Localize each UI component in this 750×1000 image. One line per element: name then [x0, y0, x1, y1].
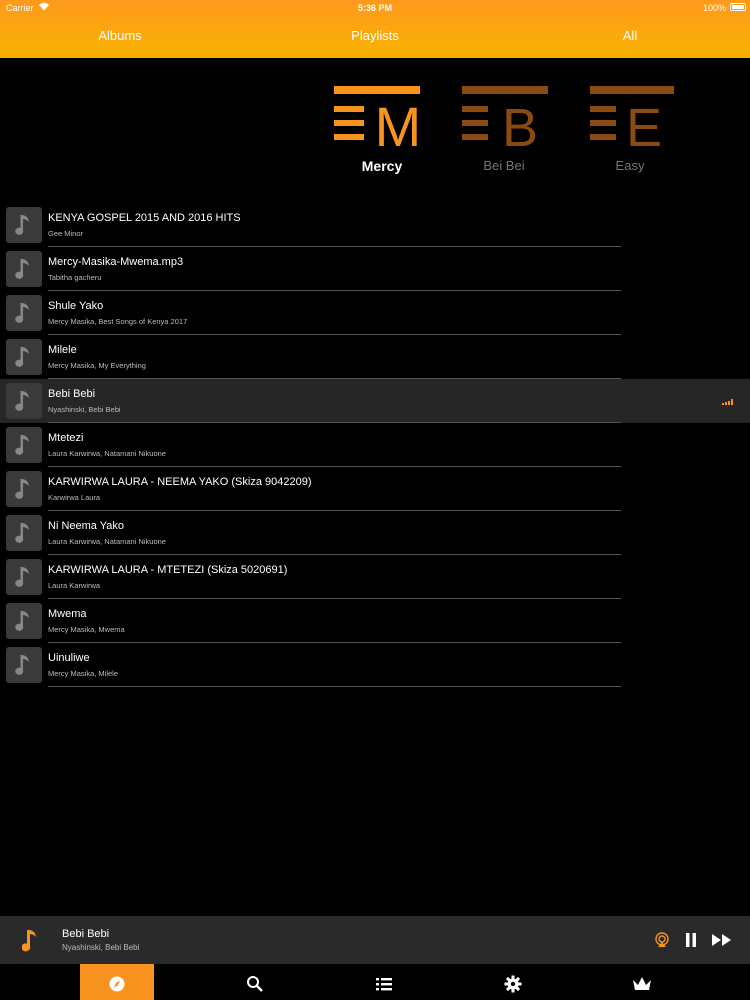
tab-premium[interactable] [604, 964, 678, 1000]
track-thumbnail [6, 295, 42, 331]
playlist-letter-mercy: M [375, 95, 422, 150]
now-playing-subtitle: Nyashinski, Bebi Bebi [62, 943, 140, 952]
fast-forward-icon[interactable] [711, 933, 733, 952]
track-subtitle: Gee Minor [48, 229, 84, 238]
track-title: Ni Neema Yako [48, 520, 125, 532]
tab-list[interactable] [347, 964, 421, 1000]
status-time: 5:36 PM [357, 3, 392, 13]
track-subtitle: Mercy Masika, Milele [48, 669, 119, 678]
track-thumbnail [6, 251, 42, 287]
tab-all[interactable]: All [570, 28, 690, 43]
list-icon [376, 978, 392, 991]
track-subtitle: Mercy Masika, Best Songs of Kenya 2017 [48, 317, 188, 326]
track-thumbnail [6, 515, 42, 551]
playlist-letter-easy: E [626, 98, 662, 150]
track-thumbnail [6, 603, 42, 639]
track-title: Shule Yako [48, 300, 104, 312]
search-icon [247, 976, 263, 992]
music-note-icon [21, 928, 40, 959]
track-title: Bebi Bebi [48, 388, 96, 400]
track-row[interactable]: Shule Yako Mercy Masika, Best Songs of Ke… [0, 291, 750, 335]
track-subtitle: Mercy Masika, My Everything [48, 361, 146, 370]
playlist-carousel: M Mercy B Bei Bei E Easy [0, 58, 750, 203]
now-playing-title: Bebi Bebi [62, 928, 110, 940]
compass-icon [109, 976, 125, 992]
gear-icon [504, 975, 522, 993]
track-title: Mercy-Masika-Mwema.mp3 [48, 256, 184, 268]
row-separator [48, 686, 621, 687]
header-bar: Carrier 5:36 PM 100% Albums Playlists Al… [0, 0, 750, 58]
track-row[interactable]: Uinuliwe Mercy Masika, Milele [0, 643, 750, 687]
playlist-letter-bei-bei: B [502, 98, 538, 150]
track-subtitle: Karwirwa Laura [48, 493, 101, 502]
track-subtitle: Laura Karwirwa [48, 581, 101, 590]
track-row[interactable]: Mercy-Masika-Mwema.mp3 Tabitha gacheru [0, 247, 750, 291]
battery-label: 100% [702, 3, 726, 13]
track-title: Mwema [48, 608, 87, 620]
playlist-label-bei-bei: Bei Bei [483, 158, 525, 173]
track-row[interactable]: Mwema Mercy Masika, Mwema [0, 599, 750, 643]
track-subtitle: Tabitha gacheru [48, 273, 102, 282]
track-title: Mtetezi [48, 432, 84, 444]
now-playing-indicator-icon [722, 399, 733, 405]
track-row[interactable]: Ni Neema Yako Laura Karwirwa, Natamani Ni… [0, 511, 750, 555]
track-title: Milele [48, 344, 77, 356]
track-title: KARWIRWA LAURA - MTETEZI (Skiza 5020691) [48, 564, 288, 576]
bottom-tab-bar [0, 964, 750, 1000]
track-list: KENYA GOSPEL 2015 AND 2016 HITS Gee Minor… [0, 203, 750, 687]
track-thumbnail [6, 471, 42, 507]
playlist-artwork-mercy: M [334, 86, 422, 150]
tab-explore[interactable] [80, 964, 154, 1000]
track-thumbnail [6, 207, 42, 243]
playlist-label-mercy: Mercy [361, 158, 403, 174]
track-row[interactable]: Bebi Bebi Nyashinski, Bebi Bebi [0, 379, 750, 423]
playlist-tile-mercy[interactable]: M Mercy [322, 80, 442, 174]
battery-icon [730, 3, 746, 11]
playlist-label-easy: Easy [615, 158, 645, 173]
track-thumbnail [6, 383, 42, 419]
track-title: KARWIRWA LAURA - NEEMA YAKO (Skiza 90422… [48, 476, 312, 488]
track-row[interactable]: KENYA GOSPEL 2015 AND 2016 HITS Gee Minor [0, 203, 750, 247]
header-tabs: Albums Playlists All [0, 28, 750, 48]
crown-icon [633, 977, 651, 990]
status-bar: Carrier 5:36 PM 100% [0, 0, 750, 16]
airplay-icon[interactable] [654, 932, 670, 953]
tab-search[interactable] [218, 964, 292, 1000]
playlist-tile-bei-bei[interactable]: B Bei Bei [444, 80, 564, 173]
track-thumbnail [6, 559, 42, 595]
pause-icon[interactable] [685, 932, 697, 953]
track-row[interactable]: Milele Mercy Masika, My Everything [0, 335, 750, 379]
track-subtitle: Laura Karwirwa, Natamani Nikuone [48, 449, 166, 458]
tab-playlists[interactable]: Playlists [315, 28, 435, 43]
playlist-tile-easy[interactable]: E Easy [570, 80, 690, 173]
track-subtitle: Nyashinski, Bebi Bebi [48, 405, 121, 414]
track-title: Uinuliwe [48, 652, 90, 664]
track-row[interactable]: KARWIRWA LAURA - MTETEZI (Skiza 5020691)… [0, 555, 750, 599]
playlist-artwork-bei-bei: B [462, 86, 548, 150]
track-title: KENYA GOSPEL 2015 AND 2016 HITS [48, 212, 241, 224]
tab-albums[interactable]: Albums [60, 28, 180, 43]
track-thumbnail [6, 647, 42, 683]
track-row[interactable]: Mtetezi Laura Karwirwa, Natamani Nikuone [0, 423, 750, 467]
track-thumbnail [6, 339, 42, 375]
playlist-artwork-easy: E [590, 86, 674, 150]
track-subtitle: Laura Karwirwa, Natamani Nikuone [48, 537, 166, 546]
tab-settings[interactable] [476, 964, 550, 1000]
track-thumbnail [6, 427, 42, 463]
now-playing-bar[interactable]: Bebi Bebi Nyashinski, Bebi Bebi [0, 916, 750, 964]
track-subtitle: Mercy Masika, Mwema [48, 625, 125, 634]
track-row[interactable]: KARWIRWA LAURA - NEEMA YAKO (Skiza 90422… [0, 467, 750, 511]
